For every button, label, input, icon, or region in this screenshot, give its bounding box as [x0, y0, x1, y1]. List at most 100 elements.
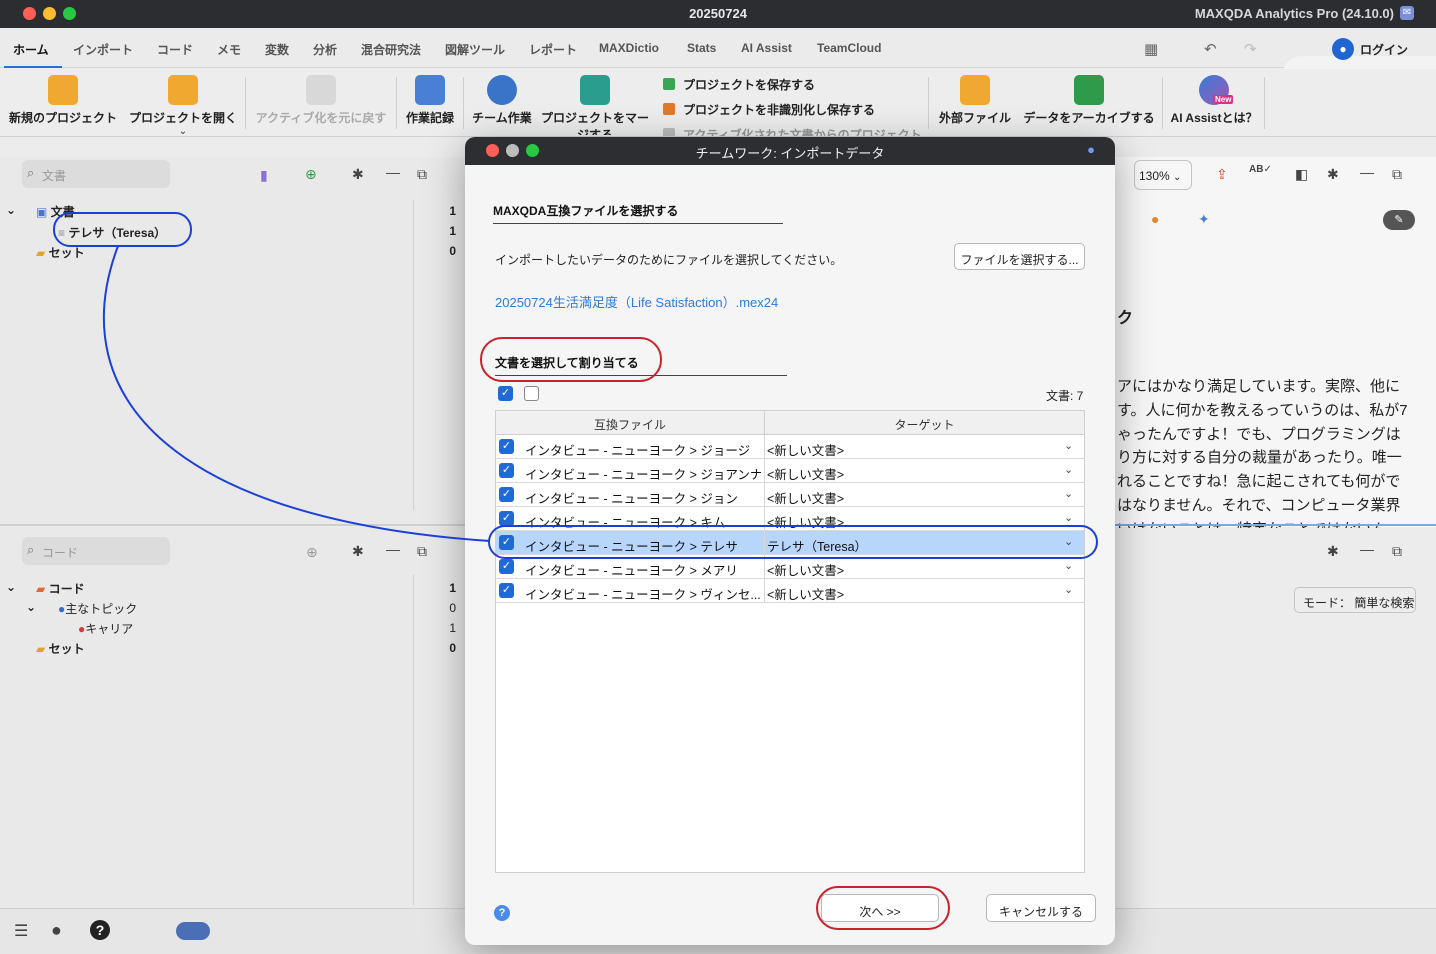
ai-toggle-icon[interactable] [176, 922, 210, 940]
log-button[interactable]: 作業記録 [402, 75, 458, 126]
row-checkbox[interactable]: ✓ [499, 583, 514, 598]
column-header-source[interactable]: 互換ファイル [496, 416, 764, 433]
layout-icon[interactable]: ▦ [1144, 40, 1158, 58]
gear-icon[interactable]: ✱ [1327, 543, 1339, 560]
spellcheck-icon[interactable]: AB✓ [1249, 164, 1272, 175]
tab-codes[interactable]: コード [157, 41, 193, 58]
code-sets-item[interactable]: ▰ セット [36, 640, 85, 657]
code-search-input[interactable]: ⌕ コード [22, 537, 170, 565]
settings-sliders-icon[interactable]: ☰ [14, 921, 28, 941]
selected-file-link[interactable]: 20250724生活満足度（Life Satisfaction）.mex24 [495, 292, 778, 311]
target-select[interactable]: <新しい文書> [767, 584, 844, 603]
comment-icon[interactable]: ● [1151, 211, 1159, 227]
select-all-checkbox[interactable]: ✓ [498, 386, 513, 401]
expand-chevron-icon[interactable]: ⌄ [6, 203, 16, 217]
new-project-button[interactable]: 新規のプロジェクト [8, 75, 118, 126]
row-checkbox[interactable]: ✓ [499, 487, 514, 502]
deselect-all-checkbox[interactable] [524, 386, 539, 401]
undo-icon[interactable]: ↶ [1204, 40, 1217, 58]
detach-pane-icon[interactable]: ⧉ [1392, 543, 1402, 560]
minimize-pane-icon[interactable]: — [386, 541, 400, 557]
row-checkbox[interactable]: ✓ [499, 439, 514, 454]
redo-icon[interactable]: ↷ [1244, 40, 1257, 58]
table-row[interactable]: ✓ インタビュー - ニューヨーク > キム <新しい文書> ⌄ [496, 507, 1084, 531]
target-select[interactable]: <新しい文書> [767, 512, 844, 531]
tab-maxdictio[interactable]: MAXDictio [599, 41, 659, 55]
tab-visual-tools[interactable]: 図解ツール [445, 41, 505, 58]
table-row[interactable]: ✓ インタビュー - ニューヨーク > ジョージ <新しい文書> ⌄ [496, 435, 1084, 459]
tab-ai-assist[interactable]: AI Assist [741, 41, 792, 55]
table-row[interactable]: ✓ インタビュー - ニューヨーク > ジョアンナ <新しい文書> ⌄ [496, 459, 1084, 483]
column-header-target[interactable]: ターゲット [765, 416, 1084, 433]
row-checkbox[interactable]: ✓ [499, 535, 514, 550]
document-search-input[interactable]: ⌕ 文書 [22, 160, 170, 188]
teamwork-button[interactable]: チーム作業 [470, 75, 534, 126]
table-row-selected[interactable]: ✓ インタビュー - ニューヨーク > テレサ テレサ（Teresa） ⌄ [496, 531, 1084, 555]
expand-chevron-icon[interactable]: ⌄ [26, 600, 36, 614]
row-checkbox[interactable]: ✓ [499, 511, 514, 526]
tab-reports[interactable]: レポート [529, 41, 577, 58]
table-row[interactable]: ✓ インタビュー - ニューヨーク > ヴィンセ... <新しい文書> ⌄ [496, 579, 1084, 603]
next-button[interactable]: 次へ >> [821, 894, 939, 922]
document-sets-item[interactable]: ▰ セット [36, 244, 85, 261]
detach-pane-icon[interactable]: ⧉ [417, 166, 427, 183]
cancel-button[interactable]: キャンセルする [986, 894, 1096, 922]
project-from-active-button[interactable]: アクティブ化された文書からのプロジェクト [663, 126, 922, 136]
sidebar-toggle-icon[interactable]: ◧ [1295, 166, 1308, 183]
document-root-item[interactable]: ▣ 文書 [36, 203, 75, 220]
undo-activation-button[interactable]: アクティブ化を元に戻す [252, 75, 390, 126]
target-select[interactable]: <新しい文書> [767, 464, 844, 483]
ai-icon[interactable]: ✦ [1198, 211, 1210, 228]
target-select[interactable]: <新しい文書> [767, 560, 844, 579]
minimize-pane-icon[interactable]: — [386, 164, 400, 180]
tab-home[interactable]: ホーム [13, 41, 49, 58]
login-button[interactable]: ログイン [1360, 41, 1408, 58]
tab-variables[interactable]: 変数 [265, 41, 289, 58]
target-select[interactable]: <新しい文書> [767, 440, 844, 459]
expand-chevron-icon[interactable]: ⌄ [6, 580, 16, 594]
minimize-pane-icon[interactable]: — [1360, 541, 1374, 557]
pane-splitter[interactable] [0, 524, 465, 526]
chat-icon[interactable]: ● [51, 920, 62, 941]
choose-file-button[interactable]: ファイルを選択する... [954, 243, 1085, 270]
add-icon[interactable]: ⊕ [305, 166, 317, 183]
detach-pane-icon[interactable]: ⧉ [417, 543, 427, 560]
code-item-career[interactable]: ●キャリア [78, 620, 133, 637]
code-item-main-topics[interactable]: ●主なトピック [58, 600, 137, 617]
new-code-icon[interactable]: ⊕ [306, 544, 318, 561]
tab-import[interactable]: インポート [73, 41, 133, 58]
help-icon[interactable]: ? [494, 905, 510, 921]
external-files-button[interactable]: 外部ファイル [934, 75, 1016, 126]
table-row[interactable]: ✓ インタビュー - ニューヨーク > メアリ <新しい文書> ⌄ [496, 555, 1084, 579]
ai-assist-info-button[interactable]: New AI Assistとは？ [1166, 75, 1262, 126]
target-select[interactable]: テレサ（Teresa） [767, 536, 867, 555]
gear-icon[interactable]: ✱ [352, 166, 364, 183]
archive-data-button[interactable]: データをアーカイブする [1020, 75, 1158, 126]
tab-stats[interactable]: Stats [687, 41, 716, 55]
help-icon[interactable]: ? [90, 920, 110, 940]
open-project-button[interactable]: プロジェクトを開く ⌄ [128, 75, 238, 137]
row-checkbox[interactable]: ✓ [499, 463, 514, 478]
target-select[interactable]: <新しい文書> [767, 488, 844, 507]
tab-analysis[interactable]: 分析 [313, 41, 337, 58]
code-root-item[interactable]: ▰ コード [36, 580, 85, 597]
search-mode-button[interactable]: モード： 簡単な検索 [1294, 587, 1416, 613]
save-anonymized-button[interactable]: プロジェクトを非識別化し保存する [663, 101, 875, 118]
row-checkbox[interactable]: ✓ [499, 559, 514, 574]
gear-icon[interactable]: ✱ [352, 543, 364, 560]
pane-splitter[interactable] [1114, 524, 1436, 526]
zoom-select[interactable]: 130% ⌄ [1134, 160, 1192, 190]
edit-mode-toggle[interactable]: ✎ [1383, 210, 1415, 230]
new-document-icon[interactable]: ▮ [260, 167, 268, 184]
tab-teamcloud[interactable]: TeamCloud [817, 41, 881, 55]
detach-pane-icon[interactable]: ⧉ [1392, 166, 1402, 183]
document-item-teresa[interactable]: ≡ テレサ（Teresa） [58, 224, 166, 241]
merge-project-button[interactable]: プロジェクトをマー ジする [540, 75, 650, 135]
minimize-pane-icon[interactable]: — [1360, 164, 1374, 180]
table-row[interactable]: ✓ インタビュー - ニューヨーク > ジョン <新しい文書> ⌄ [496, 483, 1084, 507]
user-avatar-icon[interactable]: ● [1332, 38, 1354, 60]
gear-icon[interactable]: ✱ [1327, 166, 1339, 183]
tab-mixed-methods[interactable]: 混合研究法 [361, 41, 421, 58]
tab-memos[interactable]: メモ [217, 41, 241, 58]
save-project-button[interactable]: プロジェクトを保存する [663, 76, 815, 93]
